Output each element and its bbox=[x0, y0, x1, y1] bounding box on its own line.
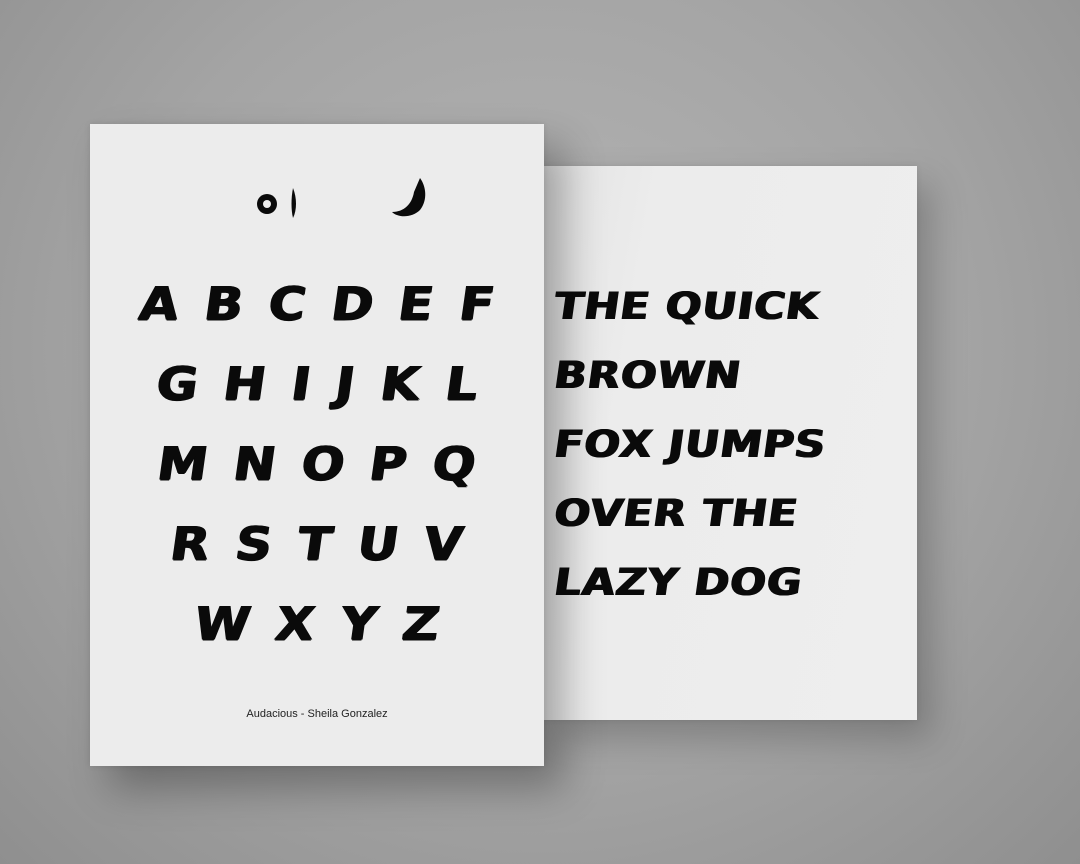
glyph: B bbox=[201, 277, 247, 331]
glyph: A bbox=[136, 277, 183, 331]
alphabet-row: W X Y Z bbox=[110, 584, 524, 664]
title-logo bbox=[213, 178, 426, 218]
glyph: X bbox=[272, 597, 319, 651]
glyph: W bbox=[191, 597, 254, 651]
pangram-text: THE QUICK BROWN FOX JUMPS OVER THE LAZY … bbox=[552, 284, 913, 629]
pangram-line: LAZY DOG bbox=[551, 559, 806, 604]
glyph: K bbox=[377, 357, 424, 411]
glyph: D bbox=[328, 277, 378, 331]
glyph: M bbox=[154, 437, 212, 491]
alphabet-row: M N O P Q bbox=[110, 424, 524, 504]
glyph: Q bbox=[429, 437, 480, 491]
glyph: U bbox=[353, 517, 403, 571]
glyph: O bbox=[298, 437, 349, 491]
glyph: N bbox=[230, 437, 280, 491]
glyph: E bbox=[395, 277, 438, 331]
glyph: H bbox=[219, 357, 270, 411]
pangram-line: BROWN bbox=[551, 352, 745, 397]
alphabet-row: A B C D E F bbox=[110, 264, 524, 344]
alphabet-row: R S T U V bbox=[110, 504, 524, 584]
credit-caption: Audacious - Sheila Gonzalez bbox=[246, 708, 388, 720]
pangram-line: THE QUICK bbox=[551, 283, 823, 328]
glyph: C bbox=[265, 277, 310, 331]
glyph: R bbox=[167, 517, 214, 571]
glyph: Y bbox=[336, 597, 381, 651]
glyph: T bbox=[293, 517, 336, 571]
glyph: I bbox=[287, 357, 314, 411]
pangram-line: OVER THE bbox=[551, 490, 802, 535]
pangram-line: FOX JUMPS bbox=[551, 421, 830, 466]
glyph: S bbox=[231, 517, 276, 571]
alphabet-row: G H I J K L bbox=[110, 344, 524, 424]
alphabet-specimen: A B C D E F G H I J K L M N O P Q R S T … bbox=[110, 264, 524, 664]
pangram-poster: THE QUICK BROWN FOX JUMPS OVER THE LAZY … bbox=[543, 166, 917, 720]
glyph: F bbox=[455, 277, 498, 331]
glyph: L bbox=[441, 357, 482, 411]
alphabet-poster: A B C D E F G H I J K L M N O P Q R S T … bbox=[90, 124, 544, 766]
glyph: Z bbox=[399, 597, 443, 651]
glyph: V bbox=[420, 517, 467, 571]
glyph: P bbox=[366, 437, 411, 491]
glyph: J bbox=[332, 357, 359, 411]
glyph: G bbox=[152, 357, 202, 411]
